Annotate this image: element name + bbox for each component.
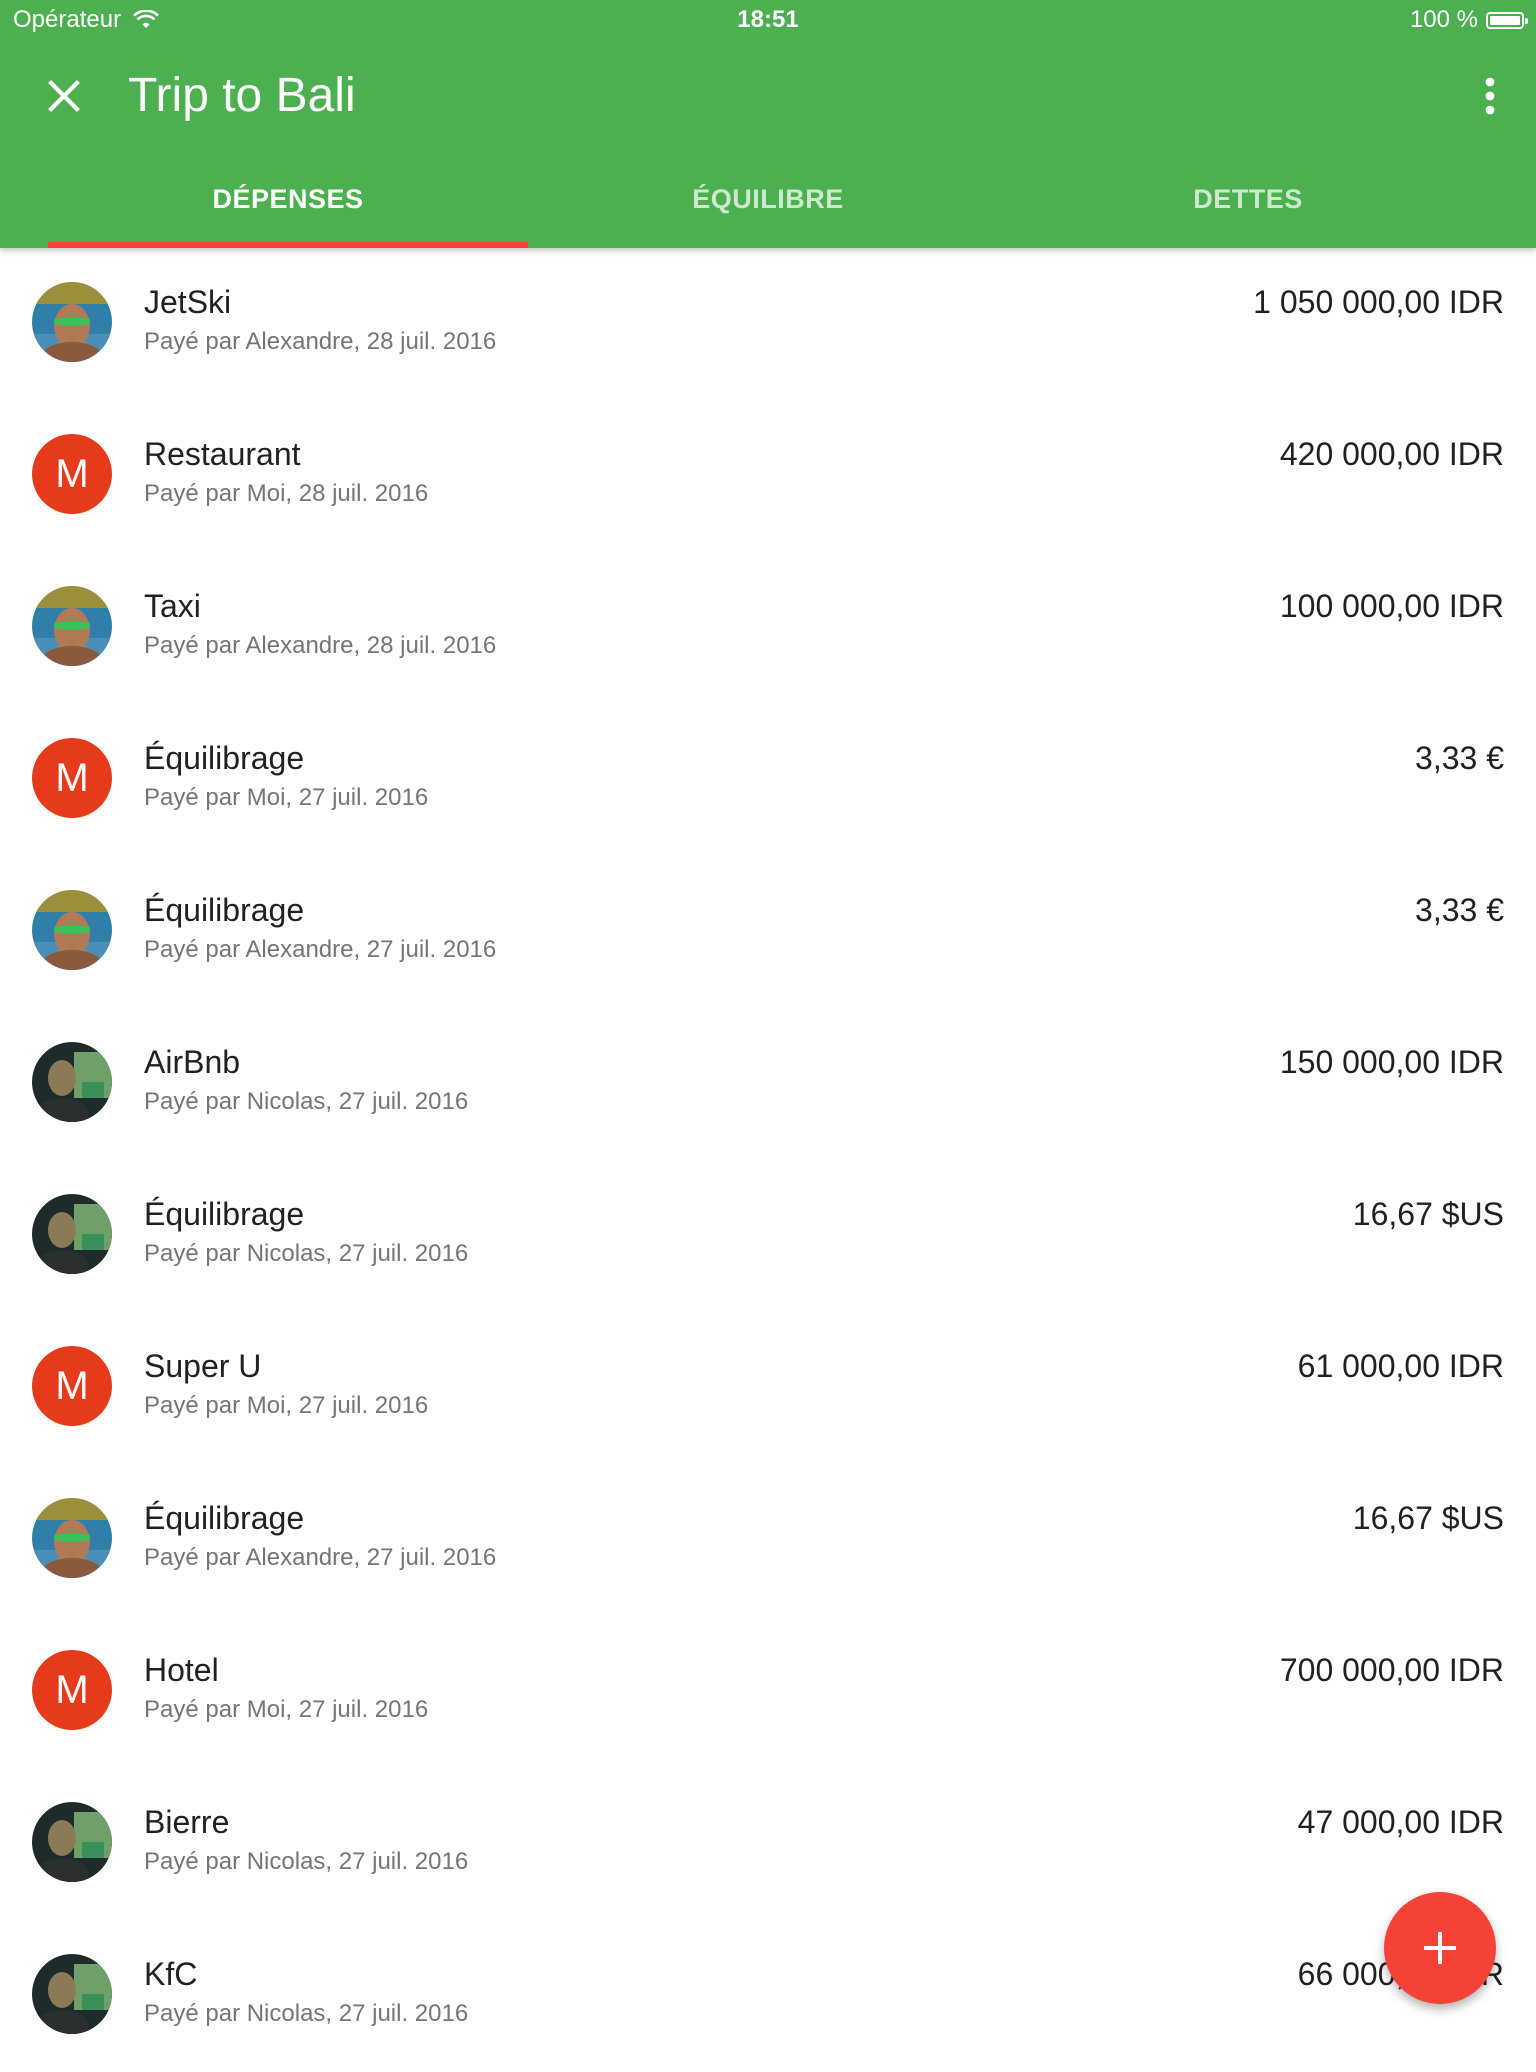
status-bar: Opérateur 18:51 100 %	[0, 0, 1536, 42]
expense-amount: 150 000,00 IDR	[1279, 1044, 1504, 1080]
battery-label: 100 %	[1409, 6, 1478, 33]
expense-title: Équilibrage	[144, 740, 305, 776]
tab-equilibre[interactable]: ÉQUILIBRE	[528, 152, 1008, 248]
expense-amount: 47 000,00 IDR	[1297, 1804, 1504, 1840]
avatar-photo	[32, 1802, 112, 1882]
expense-row[interactable]: Bierre Payé par Nicolas, 27 juil. 2016 4…	[0, 1768, 1536, 1920]
expense-subtitle: Payé par Nicolas, 27 juil. 2016	[144, 1848, 469, 1875]
avatar-photo	[32, 1954, 112, 2034]
close-button[interactable]	[38, 70, 90, 122]
tab-indicator	[48, 242, 528, 248]
expense-title: KfC	[144, 1956, 198, 1992]
expense-subtitle: Payé par Alexandre, 28 juil. 2016	[144, 632, 497, 659]
expense-row[interactable]: Équilibrage Payé par Alexandre, 27 juil.…	[0, 856, 1536, 1008]
expense-row[interactable]: M Restaurant Payé par Moi, 28 juil. 2016…	[0, 400, 1536, 552]
expense-row[interactable]: JetSki Payé par Alexandre, 28 juil. 2016…	[0, 248, 1536, 400]
expense-row[interactable]: M Super U Payé par Moi, 27 juil. 2016 61…	[0, 1312, 1536, 1464]
expense-subtitle: Payé par Nicolas, 27 juil. 2016	[144, 1240, 469, 1267]
expense-subtitle: Payé par Moi, 27 juil. 2016	[144, 784, 429, 811]
expense-amount: 16,67 $US	[1352, 1500, 1504, 1536]
expense-subtitle: Payé par Alexandre, 27 juil. 2016	[144, 936, 497, 963]
app-bar: Opérateur 18:51 100 % Trip to Bali DÉPEN…	[0, 0, 1536, 248]
expense-title: Hotel	[144, 1652, 219, 1688]
expense-row[interactable]: KfC Payé par Nicolas, 27 juil. 2016 66 0…	[0, 1920, 1536, 2072]
expense-title: Équilibrage	[144, 1500, 305, 1536]
expense-list: JetSki Payé par Alexandre, 28 juil. 2016…	[0, 248, 1536, 2072]
page-title: Trip to Bali	[128, 69, 356, 122]
expense-row[interactable]: AirBnb Payé par Nicolas, 27 juil. 2016 1…	[0, 1008, 1536, 1160]
expense-title: JetSki	[144, 284, 232, 320]
expense-row[interactable]: M Hotel Payé par Moi, 27 juil. 2016 700 …	[0, 1616, 1536, 1768]
expense-subtitle: Payé par Alexandre, 28 juil. 2016	[144, 328, 497, 355]
toolbar: Trip to Bali	[0, 42, 1536, 150]
expense-amount: 700 000,00 IDR	[1279, 1652, 1504, 1688]
expense-row[interactable]: Équilibrage Payé par Nicolas, 27 juil. 2…	[0, 1160, 1536, 1312]
tab-bar: DÉPENSES ÉQUILIBRE DETTES	[0, 152, 1536, 248]
expense-row[interactable]: M Équilibrage Payé par Moi, 27 juil. 201…	[0, 704, 1536, 856]
expense-title: Taxi	[144, 588, 201, 624]
battery-icon	[1486, 11, 1528, 29]
more-options-button[interactable]	[1464, 70, 1516, 122]
expense-subtitle: Payé par Nicolas, 27 juil. 2016	[144, 2000, 469, 2027]
close-icon	[48, 80, 80, 112]
expense-title: Bierre	[144, 1804, 230, 1840]
expense-title: Restaurant	[144, 436, 301, 472]
expense-subtitle: Payé par Alexandre, 27 juil. 2016	[144, 1544, 497, 1571]
expense-amount: 100 000,00 IDR	[1279, 588, 1504, 624]
expense-subtitle: Payé par Moi, 28 juil. 2016	[144, 480, 429, 507]
expense-amount: 1 050 000,00 IDR	[1253, 284, 1504, 320]
expense-subtitle: Payé par Moi, 27 juil. 2016	[144, 1696, 429, 1723]
add-expense-button[interactable]	[1384, 1892, 1496, 2004]
expense-title: Équilibrage	[144, 892, 305, 928]
avatar-photo	[32, 890, 112, 970]
expense-amount: 3,33 €	[1415, 740, 1504, 776]
add-icon	[1424, 1932, 1456, 1964]
avatar-letter: M	[32, 1346, 112, 1426]
avatar-photo	[32, 282, 112, 362]
expense-amount: 16,67 $US	[1352, 1196, 1504, 1232]
tab-dettes[interactable]: DETTES	[1008, 152, 1488, 248]
tab-depenses[interactable]: DÉPENSES	[48, 152, 528, 248]
expense-amount: 61 000,00 IDR	[1297, 1348, 1504, 1384]
expense-subtitle: Payé par Moi, 27 juil. 2016	[144, 1392, 429, 1419]
expense-row[interactable]: Équilibrage Payé par Alexandre, 27 juil.…	[0, 1464, 1536, 1616]
expense-title: AirBnb	[144, 1044, 241, 1080]
expense-title: Super U	[144, 1348, 262, 1384]
expense-row[interactable]: Taxi Payé par Alexandre, 28 juil. 2016 1…	[0, 552, 1536, 704]
expense-title: Équilibrage	[144, 1196, 305, 1232]
avatar-letter: M	[32, 434, 112, 514]
avatar-letter: M	[32, 1650, 112, 1730]
expense-amount: 420 000,00 IDR	[1279, 436, 1504, 472]
expense-amount: 3,33 €	[1415, 892, 1504, 928]
more-vert-icon	[1485, 77, 1495, 115]
avatar-photo	[32, 1498, 112, 1578]
avatar-photo	[32, 586, 112, 666]
status-battery: 100 %	[1409, 6, 1528, 34]
avatar-letter: M	[32, 738, 112, 818]
status-time: 18:51	[737, 6, 799, 33]
avatar-photo	[32, 1194, 112, 1274]
expense-subtitle: Payé par Nicolas, 27 juil. 2016	[144, 1088, 469, 1115]
avatar-photo	[32, 1042, 112, 1122]
